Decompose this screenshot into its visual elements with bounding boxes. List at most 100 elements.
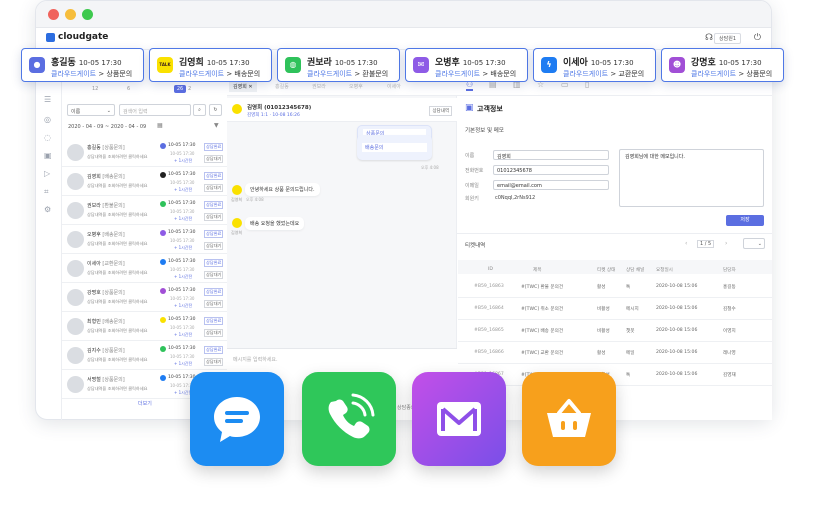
history-button[interactable]: 상담내역	[429, 106, 452, 116]
card-name: 김영희 10-05 17:30	[179, 58, 250, 68]
chat-tab-active[interactable]: 김영희 ✕	[229, 81, 257, 92]
notification-card[interactable]: TALK 김영희 10-05 17:30 클라우드게이트 > 배송문의	[149, 48, 272, 82]
table-cell: 메일	[626, 351, 635, 356]
filter-icon[interactable]: ▼	[214, 122, 219, 129]
notification-card[interactable]: ϟ 이세아 10-05 17:30 클라우드게이트 > 교환문의	[533, 48, 656, 82]
list-item[interactable]: 최형민 [배송문의] 상담내역을 조회하려면 클릭하세요 10-05 17:30 10…	[62, 312, 228, 341]
table-cell[interactable]: #[TWC] 환불 문의건	[521, 284, 563, 290]
list-icon[interactable]: ☰	[44, 95, 51, 104]
list-item-time: 10-05 17:30	[168, 230, 196, 235]
card-route: 클라우드게이트 > 배송문의	[179, 70, 261, 78]
avatar	[67, 376, 84, 393]
list-item[interactable]: 이세아 [교환문의] 상담내역을 조회하려면 클릭하세요 10-05 17:30 10…	[62, 254, 228, 283]
list-item[interactable]: 홍길동 [상품문의] 상담내역을 조회하려면 클릭하세요 10-05 17:30 10…	[62, 138, 228, 167]
consult-list-panel: 12 6 2 이름 ⌄ 검색어 입력 ⌕ ↻ 2020 - 04 - 09 ~ …	[62, 75, 228, 420]
list-item[interactable]: 김영희 [배송문의] 상담내역을 조회하려면 클릭하세요 10-05 17:30 10…	[62, 167, 228, 196]
chat-tab-4[interactable]: 오병후	[349, 83, 363, 90]
notification-card[interactable]: ◍ 권보라 10-05 17:30 클라우드게이트 > 환불문의	[277, 48, 400, 82]
shop-tile[interactable]	[522, 372, 616, 466]
list-item[interactable]: 권보라 [환불문의] 상담내역을 조회하려면 클릭하세요 10-05 17:30 10…	[62, 196, 228, 225]
column-header: 티켓 상태	[597, 268, 616, 273]
pagination[interactable]: 1 / 5	[697, 240, 715, 248]
app-header: cloudgate ☊ 상담원1 ⏻	[36, 28, 771, 50]
message-input[interactable]: 메시지를 입력하세요.	[233, 356, 278, 363]
chat-tab-3[interactable]: 권보라	[312, 83, 326, 90]
user-icon[interactable]: ◎	[44, 115, 51, 124]
more-link[interactable]: 더보기	[138, 400, 152, 407]
calendar-icon[interactable]: ▦	[157, 122, 163, 129]
tab-count-3[interactable]: 2	[188, 86, 191, 92]
list-item[interactable]: 강명호 [상품문의] 상담내역을 조회하려면 클릭하세요 10-05 17:30 10…	[62, 283, 228, 312]
list-item-sub: 10-05 17:30	[170, 354, 195, 359]
chat-icon: ●	[29, 57, 45, 73]
table-cell: 2020-10-08 15:06	[656, 328, 698, 333]
notification-card[interactable]: ● 홍길동 10-05 17:30 클라우드게이트 > 상품문의	[21, 48, 144, 82]
column-header: 요청일시	[656, 268, 673, 273]
next-page-icon[interactable]: ›	[725, 240, 727, 247]
list-item-sub: 10-05 17:30	[170, 267, 195, 272]
tab-count-2[interactable]: 6	[127, 86, 130, 92]
card-route: 클라우드게이트 > 상품문의	[51, 70, 133, 78]
send-icon[interactable]: ▷	[44, 169, 50, 178]
search-input[interactable]: 검색어 입력	[119, 104, 191, 116]
call-tile[interactable]	[302, 372, 396, 466]
page-size-select[interactable]: ⌄	[743, 238, 765, 249]
sender-name: 김영희	[231, 230, 243, 235]
list-item[interactable]: 김지수 [상품문의] 상담내역을 조회하려면 클릭하세요 10-05 17:30 10…	[62, 341, 228, 370]
table-cell: #B59_16863	[474, 284, 504, 289]
list-item-sub: 10-05 17:30	[170, 238, 195, 243]
table-cell: #B59_16865	[474, 328, 504, 333]
notification-card[interactable]: ☻ 강명호 10-05 17:30 클라우드게이트 > 상품문의	[661, 48, 784, 82]
sent-card-option-2[interactable]: 배송문의	[362, 143, 427, 152]
tab-count-badge[interactable]: 26	[174, 85, 186, 93]
refresh-icon[interactable]: ↻	[209, 104, 222, 116]
list-item-extra: + 1시간전	[174, 361, 193, 366]
sent-time: 오후 4:08	[421, 165, 439, 170]
close-window-button[interactable]	[48, 9, 59, 20]
mail-tile[interactable]	[412, 372, 506, 466]
power-icon[interactable]: ⏻	[754, 33, 761, 43]
settings-icon[interactable]: ⚙	[44, 205, 51, 214]
channel-icon	[160, 375, 166, 381]
memo-textarea[interactable]: 김영희님에 대한 메모입니다.	[619, 149, 764, 207]
maximize-window-button[interactable]	[82, 9, 93, 20]
filter-select[interactable]: 이름 ⌄	[67, 104, 115, 116]
shield-icon[interactable]: ▣	[44, 151, 52, 160]
chat-tab-2[interactable]: 홍길동	[275, 83, 289, 90]
column-header: 상담 채널	[626, 268, 645, 273]
status-badge: 상담완료	[204, 259, 224, 267]
tab-count-1[interactable]: 12	[92, 86, 98, 92]
table-cell: 톡	[626, 373, 631, 378]
search-icon[interactable]: ⌕	[193, 104, 206, 116]
card-route: 클라우드게이트 > 상품문의	[691, 70, 773, 78]
headset-icon[interactable]: ☊	[705, 33, 713, 43]
email-field[interactable]: email@email.com	[493, 180, 609, 190]
table-cell[interactable]: #[TWC] 배송 문의건	[521, 328, 563, 334]
table-cell: 2020-10-08 15:06	[656, 372, 698, 377]
mail-icon: ✉	[413, 57, 429, 73]
table-cell[interactable]: #[TWC] 취소 문의건	[521, 306, 563, 312]
cloud-logo-icon	[46, 32, 55, 42]
name-field[interactable]: 김영희	[493, 150, 609, 160]
info-title: 고객정보	[477, 105, 503, 113]
status-badge: 상담완료	[204, 201, 224, 209]
chat-tab-5[interactable]: 이세아	[387, 83, 401, 90]
notification-card[interactable]: ✉ 오병후 10-05 17:30 클라우드게이트 > 배송문의	[405, 48, 528, 82]
date-range[interactable]: 2020 - 04 - 09 ~ 2020 - 04 - 09	[68, 124, 146, 130]
chat-icon[interactable]: ◌	[44, 133, 51, 142]
chat-tile[interactable]	[190, 372, 284, 466]
minimize-window-button[interactable]	[65, 9, 76, 20]
save-button[interactable]: 저장	[726, 215, 764, 226]
list-item-name: 홍길동 [상품문의]	[87, 145, 125, 151]
list-item-time: 10-05 17:30	[168, 288, 196, 293]
wait-badge: 상담대기	[204, 300, 224, 308]
table-cell: 홍길동	[723, 285, 736, 290]
table-cell[interactable]: #[TWC] 교환 문의건	[521, 350, 563, 356]
prev-page-icon[interactable]: ‹	[685, 240, 687, 247]
stats-icon[interactable]: ⌗	[44, 187, 49, 197]
wait-badge: 상담대기	[204, 358, 224, 366]
channel-icon	[160, 317, 166, 323]
phone-field[interactable]: 01012345678	[493, 165, 609, 175]
list-item[interactable]: 오병후 [배송문의] 상담내역을 조회하려면 클릭하세요 10-05 17:30 10…	[62, 225, 228, 254]
user-chip[interactable]: 상담원1	[714, 33, 741, 44]
